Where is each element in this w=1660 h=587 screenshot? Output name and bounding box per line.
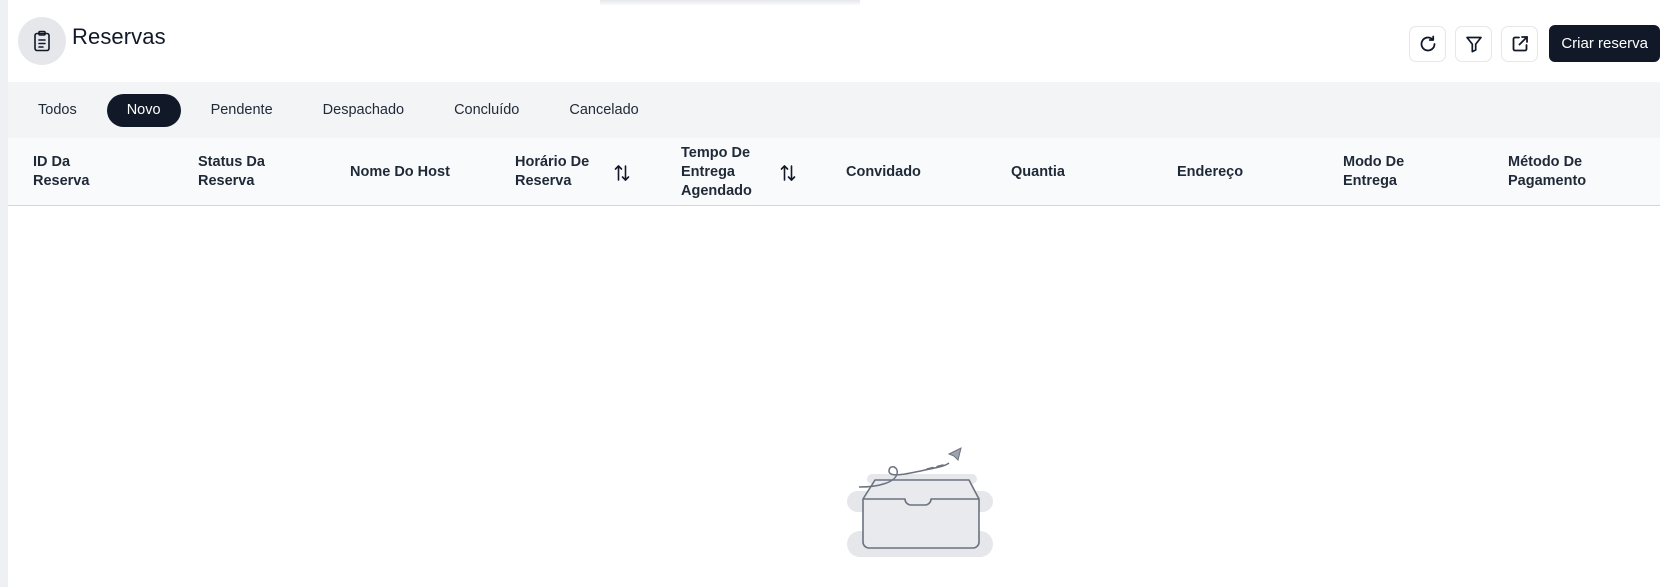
refresh-button[interactable] bbox=[1409, 25, 1447, 62]
column-header-payment-method: Método De Pagamento bbox=[1508, 138, 1648, 206]
column-header-amount: Quantia bbox=[1011, 138, 1151, 206]
empty-state bbox=[845, 444, 995, 564]
column-label: Endereço bbox=[1177, 163, 1244, 180]
column-label: Status Da Reserva bbox=[198, 154, 265, 189]
create-reservation-button[interactable]: Criar reserva bbox=[1549, 25, 1660, 62]
refresh-icon bbox=[1420, 35, 1436, 51]
clipboard-icon bbox=[34, 30, 50, 52]
column-label: Modo De Entrega bbox=[1343, 154, 1405, 189]
left-edge bbox=[0, 0, 8, 587]
column-label: Quantia bbox=[1011, 163, 1065, 180]
sort-icon[interactable] bbox=[780, 164, 796, 182]
tab-cancelado[interactable]: Cancelado bbox=[549, 94, 658, 127]
title-icon-badge bbox=[18, 17, 66, 65]
tab-despachado[interactable]: Despachado bbox=[303, 94, 424, 127]
column-header-delivery-mode: Modo De Entrega bbox=[1343, 138, 1483, 206]
column-label: Horário De Reserva bbox=[515, 154, 590, 189]
column-header-host: Nome Do Host bbox=[350, 138, 500, 206]
header-actions: Criar reserva bbox=[1409, 25, 1660, 62]
open-external-button[interactable] bbox=[1501, 25, 1539, 62]
tab-pendente[interactable]: Pendente bbox=[191, 94, 293, 127]
page-header: Reservas Criar reserva bbox=[8, 0, 1660, 82]
external-link-icon bbox=[1512, 35, 1528, 51]
tab-concluido[interactable]: Concluído bbox=[434, 94, 539, 127]
column-header-id: ID Da Reserva bbox=[33, 138, 173, 206]
column-label: Método De Pagamento bbox=[1508, 154, 1587, 189]
column-header-address: Endereço bbox=[1177, 138, 1317, 206]
column-header-status: Status Da Reserva bbox=[198, 138, 338, 206]
sort-icon[interactable] bbox=[614, 164, 630, 182]
column-label: Nome Do Host bbox=[350, 163, 450, 180]
column-header-guest: Convidado bbox=[846, 138, 986, 206]
tab-novo[interactable]: Novo bbox=[106, 93, 181, 127]
tab-todos[interactable]: Todos bbox=[18, 94, 97, 127]
column-header-reservation-time[interactable]: Horário De Reserva bbox=[515, 138, 625, 206]
page-title: Reservas bbox=[72, 24, 166, 49]
status-tabs: Todos Novo Pendente Despachado Concluído… bbox=[8, 82, 1660, 138]
column-label: Tempo De Entrega Agendado bbox=[681, 144, 752, 199]
filter-icon bbox=[1465, 36, 1482, 52]
column-header-scheduled-delivery[interactable]: Tempo De Entrega Agendado bbox=[681, 138, 781, 206]
column-label: Convidado bbox=[846, 163, 921, 180]
filter-button[interactable] bbox=[1455, 25, 1493, 62]
empty-inbox-icon bbox=[847, 447, 993, 557]
column-label: ID Da Reserva bbox=[33, 154, 90, 189]
table-header: ID Da Reserva Status Da Reserva Nome Do … bbox=[8, 138, 1660, 206]
